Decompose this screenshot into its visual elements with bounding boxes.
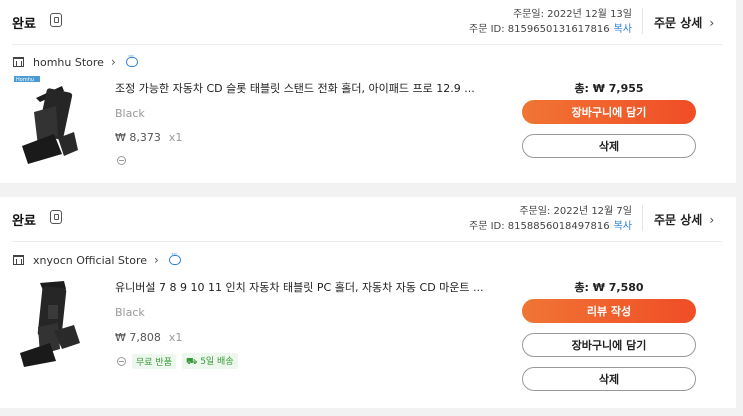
divider [12,241,722,242]
store-link[interactable]: homhu Store › [13,52,138,69]
receipt-icon[interactable] [50,210,62,224]
return-icon [117,356,126,366]
order-detail-link[interactable]: 주문 상세 › [654,211,714,228]
product-title[interactable]: 유니버설 7 8 9 10 11 인치 자동차 태블릿 PC 홀더, 자동차 자… [115,279,484,295]
chevron-right-icon: › [709,16,715,30]
copy-order-id-link[interactable]: 복사 [614,24,632,35]
product-variant: Black [115,306,145,319]
thumb-brand: Homhu [16,77,34,83]
order-card: 완료 주문일: 2022년 12월 13일 주문 ID: 81596501316… [0,0,736,183]
delivery-tag: ⛟ 5일 배송 [181,353,238,369]
product-tags [117,156,126,165]
chevron-right-icon: › [154,253,159,267]
order-id: 주문 ID: 8159650131617816 [469,24,610,35]
product-thumbnail[interactable]: Homhu [14,76,104,166]
order-detail-link[interactable]: 주문 상세 › [654,14,714,31]
divider [642,205,643,231]
store-name: xnyocn Official Store [33,253,148,267]
order-meta: 주문일: 2022년 12월 13일 주문 ID: 81596501316178… [469,7,632,37]
copy-order-id-link[interactable]: 복사 [614,221,632,232]
store-name: homhu Store [33,55,104,69]
truck-icon: ⛟ [185,357,198,367]
store-icon [13,57,24,67]
order-total: 총: ₩ 7,955 [574,82,644,95]
store-link[interactable]: xnyocn Official Store › [13,250,181,267]
return-icon [117,156,126,165]
chevron-right-icon: › [110,55,116,69]
chat-icon[interactable] [125,52,138,67]
store-icon [13,255,24,265]
order-date: 주문일: 2022년 12월 7일 [519,206,632,217]
product-price: ₩ 8,373 x1 [115,131,183,144]
divider [12,44,722,45]
write-review-button[interactable]: 리뷰 작성 [522,299,696,323]
product-quantity: x1 [168,331,183,344]
chat-icon[interactable] [168,250,181,265]
product-variant: Black [115,107,145,120]
order-date: 주문일: 2022년 12월 13일 [512,9,632,20]
product-quantity: x1 [168,131,183,144]
delete-button[interactable]: 삭제 [522,134,696,158]
product-tags: 무료 반품 ⛟ 5일 배송 [117,353,238,369]
receipt-icon[interactable] [50,13,62,27]
free-return-tag: 무료 반품 [132,353,176,369]
product-price: ₩ 7,808 x1 [115,331,183,344]
divider [642,8,643,34]
order-status: 완료 [12,214,36,229]
delete-button[interactable]: 삭제 [522,367,696,391]
add-to-cart-button[interactable]: 장바구니에 담기 [522,333,696,357]
order-card: 완료 주문일: 2022년 12월 7일 주문 ID: 815885601849… [0,197,736,408]
product-title[interactable]: 조정 가능한 자동차 CD 슬롯 태블릿 스탠드 전화 홀더, 아이패드 프로 … [115,80,475,96]
chevron-right-icon: › [709,213,715,227]
add-to-cart-button[interactable]: 장바구니에 담기 [522,100,696,124]
product-thumbnail[interactable] [14,277,104,367]
order-meta: 주문일: 2022년 12월 7일 주문 ID: 815885601849781… [469,204,632,234]
order-total: 총: ₩ 7,580 [574,281,644,294]
order-id: 주문 ID: 8158856018497816 [469,221,610,232]
order-status: 완료 [12,17,36,32]
